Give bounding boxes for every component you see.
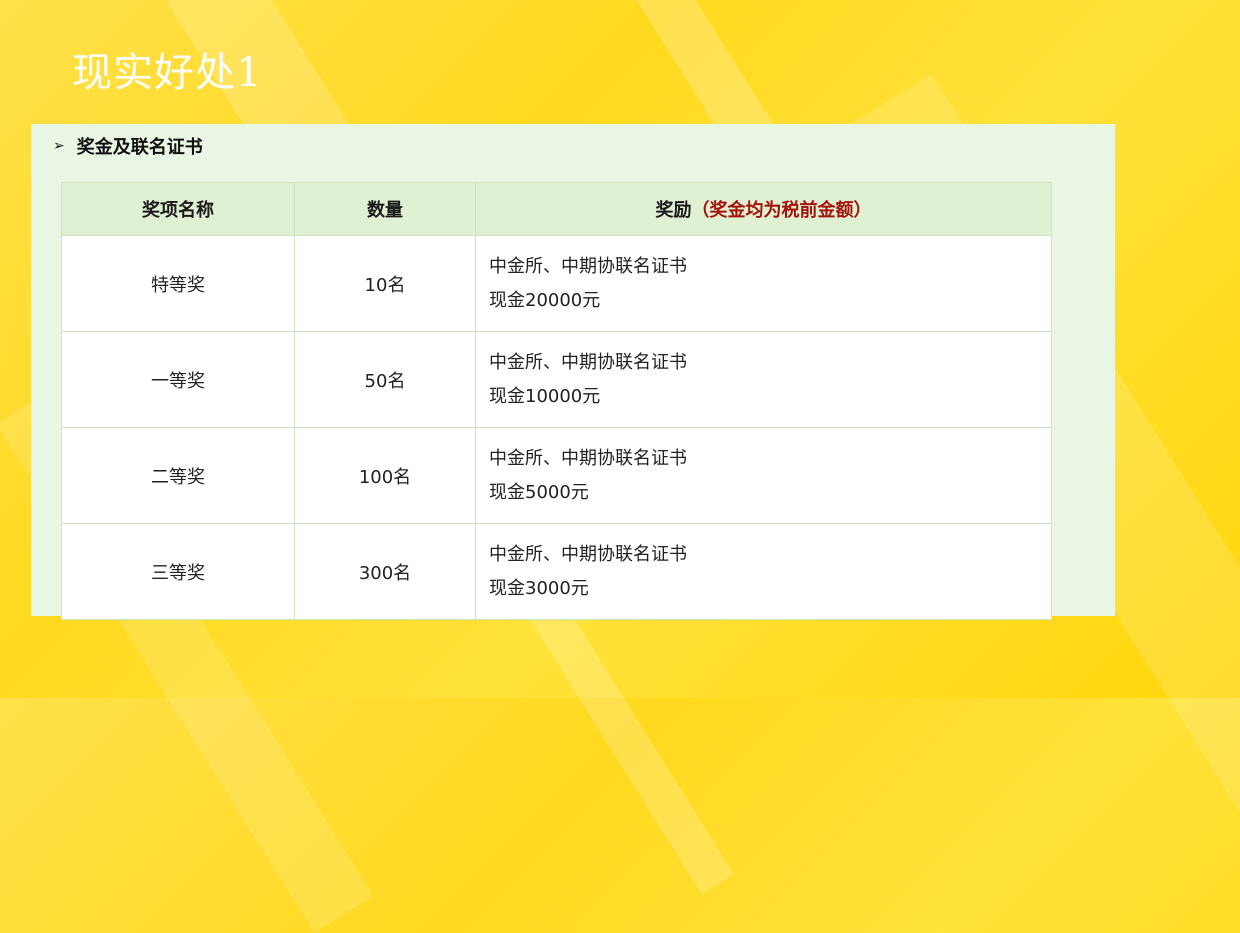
header-reward-label: 奖励 xyxy=(655,200,692,221)
count-cell: 10名 xyxy=(294,235,476,332)
cash-text: 现金5000元 xyxy=(489,481,589,503)
cash-text: 现金10000元 xyxy=(489,385,601,407)
certificate-text: 中金所、中期协联名证书 xyxy=(489,351,687,373)
table-row: 三等奖 300名 中金所、中期协联名证书 现金3000元 xyxy=(61,523,1052,620)
header-count: 数量 xyxy=(294,182,476,236)
content-panel: ➢ 奖金及联名证书 奖项名称 数量 奖励（奖金均为税前金额） 特等奖 10名 中… xyxy=(31,124,1115,620)
reward-cell: 中金所、中期协联名证书 现金5000元 xyxy=(475,427,1052,524)
count-cell: 50名 xyxy=(294,331,476,428)
reward-cell: 中金所、中期协联名证书 现金3000元 xyxy=(475,523,1052,620)
header-reward: 奖励（奖金均为税前金额） xyxy=(475,182,1052,236)
count-cell: 300名 xyxy=(294,523,476,620)
slide-title: 现实好处1 xyxy=(72,50,263,96)
arrow-right-icon: ➢ xyxy=(53,138,65,154)
cash-text: 现金20000元 xyxy=(489,289,601,311)
table-row: 一等奖 50名 中金所、中期协联名证书 现金10000元 xyxy=(61,331,1052,428)
count-cell: 100名 xyxy=(294,427,476,524)
prize-table: 奖项名称 数量 奖励（奖金均为税前金额） 特等奖 10名 中金所、中期协联名证书… xyxy=(61,182,1052,620)
reward-cell: 中金所、中期协联名证书 现金20000元 xyxy=(475,235,1052,332)
table-header-row: 奖项名称 数量 奖励（奖金均为税前金额） xyxy=(61,182,1052,236)
section-label: 奖金及联名证书 xyxy=(76,137,203,158)
prize-name-cell: 特等奖 xyxy=(61,235,295,332)
header-prize-name: 奖项名称 xyxy=(61,182,295,236)
table-row: 特等奖 10名 中金所、中期协联名证书 现金20000元 xyxy=(61,235,1052,332)
certificate-text: 中金所、中期协联名证书 xyxy=(489,255,687,277)
header-reward-note: （奖金均为税前金额） xyxy=(691,200,872,221)
certificate-text: 中金所、中期协联名证书 xyxy=(489,543,687,565)
prize-name-cell: 一等奖 xyxy=(61,331,295,428)
certificate-text: 中金所、中期协联名证书 xyxy=(489,447,687,469)
reward-cell: 中金所、中期协联名证书 现金10000元 xyxy=(475,331,1052,428)
table-row: 二等奖 100名 中金所、中期协联名证书 现金5000元 xyxy=(61,427,1052,524)
cash-text: 现金3000元 xyxy=(489,577,589,599)
prize-name-cell: 二等奖 xyxy=(61,427,295,524)
section-heading: ➢ 奖金及联名证书 xyxy=(53,134,203,158)
prize-name-cell: 三等奖 xyxy=(61,523,295,620)
